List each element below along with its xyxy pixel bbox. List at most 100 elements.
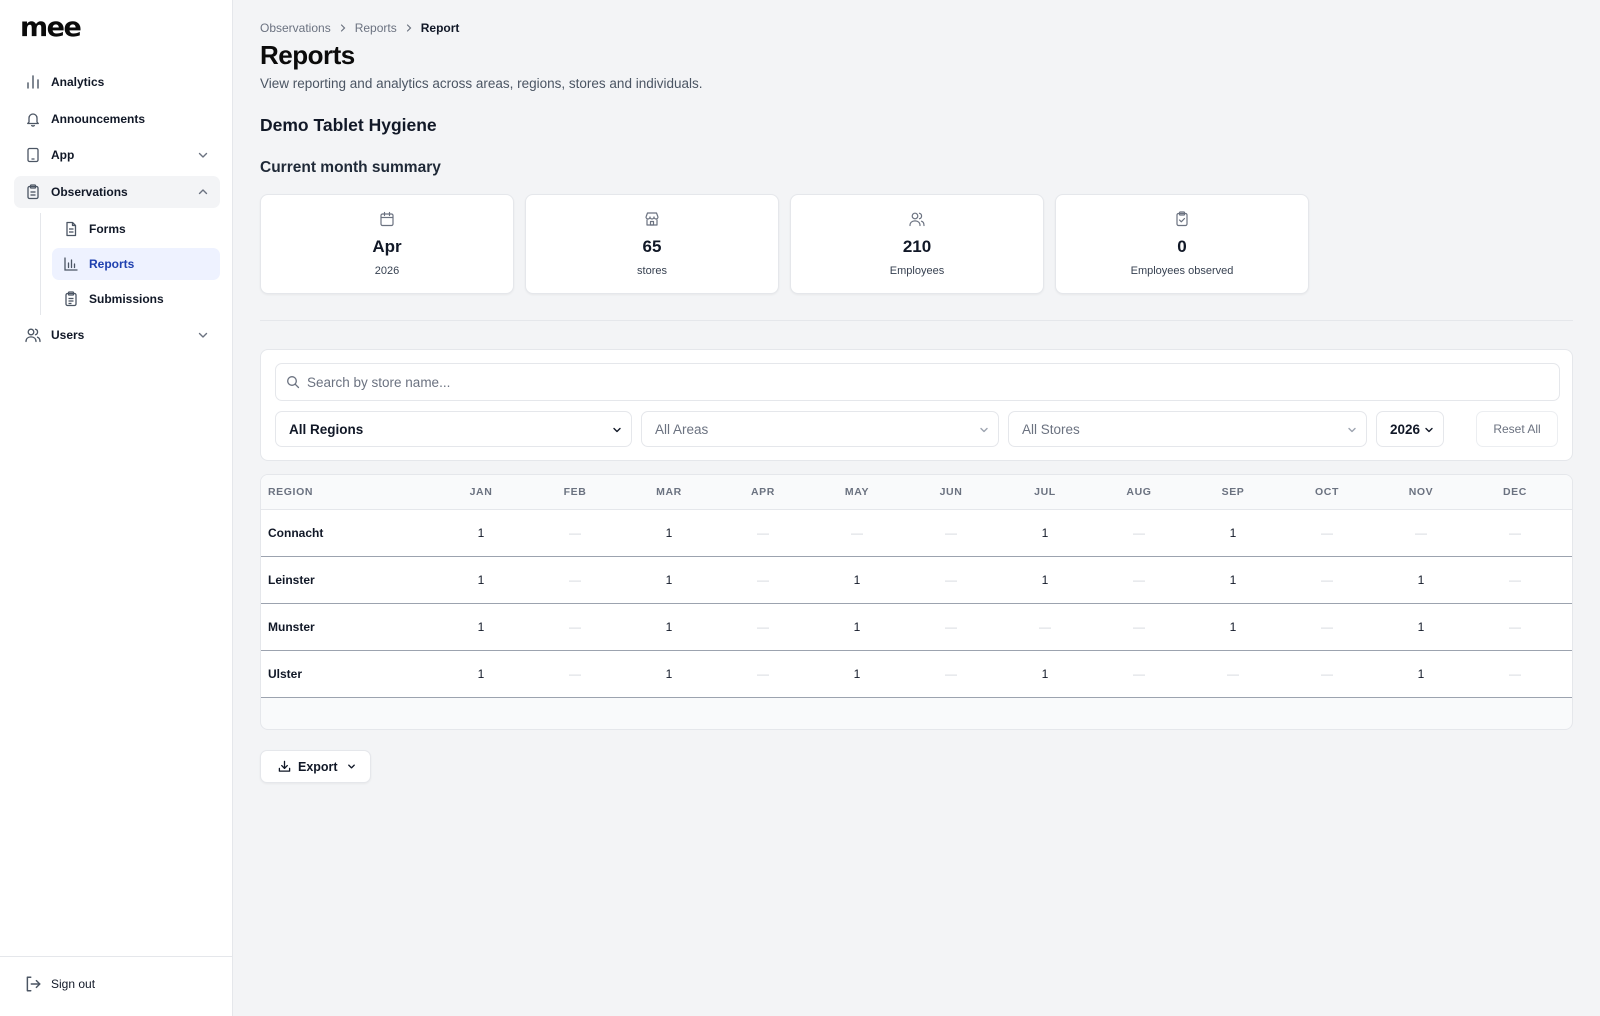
column-header[interactable]: OCT [1280, 486, 1374, 498]
sidebar-item-reports[interactable]: Reports [52, 247, 220, 280]
month-cell: 1 [477, 667, 485, 681]
sidebar-item-observations[interactable]: Observations [14, 176, 220, 209]
sidebar-item-analytics[interactable]: Analytics [14, 66, 220, 98]
chevron-down-icon [198, 153, 208, 159]
chevron-down-icon [198, 332, 208, 338]
month-cell: 1 [1041, 573, 1049, 587]
chevron-down-icon [347, 764, 355, 769]
region-cell: Leinster [268, 573, 315, 587]
export-button[interactable]: Export [260, 750, 371, 783]
month-cell: 1 [1417, 620, 1425, 634]
summary-card-month: Apr 2026 [260, 194, 514, 294]
month-cell: 1 [1417, 667, 1425, 681]
sidebar-nav: Analytics Announcements App Observations [14, 66, 220, 355]
search-icon [287, 376, 300, 389]
summary-value: 210 [902, 237, 932, 256]
month-cell: 1 [1229, 573, 1237, 587]
summary-value: Apr [372, 237, 402, 256]
month-cell: 1 [665, 573, 673, 587]
month-cell: 1 [477, 573, 485, 587]
store-select[interactable]: All Stores [1008, 411, 1367, 447]
sidebar-item-forms[interactable]: Forms [52, 213, 220, 245]
month-cell: — [757, 667, 769, 681]
table-row[interactable]: Connacht 1 — 1 — — — 1 — 1 — — — [261, 510, 1572, 557]
summary-card-employees: 210 Employees [790, 194, 1044, 294]
sidebar-item-submissions[interactable]: Submissions [52, 283, 220, 315]
month-cell: — [569, 620, 581, 634]
reset-all-button[interactable]: Reset All [1476, 411, 1558, 447]
breadcrumb-observations[interactable]: Observations [260, 21, 331, 35]
month-cell: — [1133, 573, 1145, 587]
clipboard-icon [24, 183, 42, 201]
month-cell: — [1509, 573, 1521, 587]
search-box [275, 363, 1560, 401]
chevron-right-icon [406, 24, 412, 32]
app-logo[interactable]: mee [20, 12, 82, 43]
column-header[interactable]: JAN [434, 486, 528, 498]
clipboard-list-icon [62, 290, 80, 308]
month-cell: — [1039, 620, 1051, 634]
column-header[interactable]: REGION [261, 486, 434, 498]
column-header[interactable]: AUG [1092, 486, 1186, 498]
region-select-value: All Regions [289, 421, 364, 437]
sidebar-item-app[interactable]: App [14, 139, 220, 171]
observations-subnav: Forms Reports Submissions [40, 212, 220, 315]
year-select[interactable]: 2026 [1376, 411, 1444, 447]
month-cell: — [569, 573, 581, 587]
column-header[interactable]: SEP [1186, 486, 1280, 498]
month-cell: — [1509, 667, 1521, 681]
bar-chart-icon [24, 73, 42, 91]
column-header[interactable]: MAY [810, 486, 904, 498]
month-cell: 1 [665, 526, 673, 540]
area-select[interactable]: All Areas [641, 411, 999, 447]
table-row[interactable]: Leinster 1 — 1 — 1 — 1 — 1 — 1 — [261, 557, 1572, 604]
month-cell: — [851, 526, 863, 540]
users-icon [24, 326, 42, 344]
month-cell: 1 [477, 620, 485, 634]
tablet-icon [24, 146, 42, 164]
month-cell: — [945, 526, 957, 540]
sidebar-item-label: Submissions [89, 291, 164, 306]
search-input[interactable] [307, 374, 1507, 390]
breadcrumb-current: Report [420, 21, 460, 35]
calendar-icon [380, 211, 394, 227]
month-cell: — [945, 573, 957, 587]
page-subtitle: View reporting and analytics across area… [260, 76, 703, 91]
month-cell: — [1509, 620, 1521, 634]
region-cell: Munster [268, 620, 315, 634]
month-cell: — [757, 573, 769, 587]
page-title: Reports [260, 40, 355, 70]
column-header[interactable]: JUN [904, 486, 998, 498]
month-cell: — [1227, 667, 1239, 681]
summary-label: Employees observed [1130, 265, 1234, 277]
month-cell: — [569, 526, 581, 540]
column-header[interactable]: MAR [622, 486, 716, 498]
summary-label: 2026 [374, 265, 400, 277]
sidebar-item-label: Analytics [51, 75, 105, 89]
area-select-value: All Areas [655, 421, 709, 437]
column-header[interactable]: APR [716, 486, 810, 498]
table-row[interactable]: Ulster 1 — 1 — 1 — 1 — — — 1 — [261, 651, 1572, 698]
sidebar-footer: Sign out [0, 956, 233, 1016]
month-cell: — [1321, 620, 1333, 634]
sign-out-label: Sign out [51, 977, 96, 991]
column-header[interactable]: NOV [1374, 486, 1468, 498]
column-header[interactable]: DEC [1468, 486, 1562, 498]
bar-chart-icon [62, 255, 80, 273]
region-select[interactable]: All Regions [275, 411, 632, 447]
sidebar-item-users[interactable]: Users [14, 319, 220, 351]
column-header[interactable]: FEB [528, 486, 622, 498]
summary-card-observed: 0 Employees observed [1055, 194, 1309, 294]
breadcrumb: Observations Reports Report [260, 21, 459, 35]
summary-card-stores: 65 stores [525, 194, 779, 294]
month-cell: 1 [853, 620, 861, 634]
summary-label: stores [637, 265, 667, 277]
month-cell: — [1509, 526, 1521, 540]
sidebar-item-announcements[interactable]: Announcements [14, 103, 220, 135]
month-cell: — [945, 667, 957, 681]
column-header[interactable]: JUL [998, 486, 1092, 498]
breadcrumb-reports[interactable]: Reports [355, 21, 397, 35]
table-row[interactable]: Munster 1 — 1 — 1 — — — 1 — 1 — [261, 604, 1572, 651]
sidebar-item-label: Forms [89, 221, 126, 236]
sign-out-button[interactable]: Sign out [24, 975, 95, 993]
